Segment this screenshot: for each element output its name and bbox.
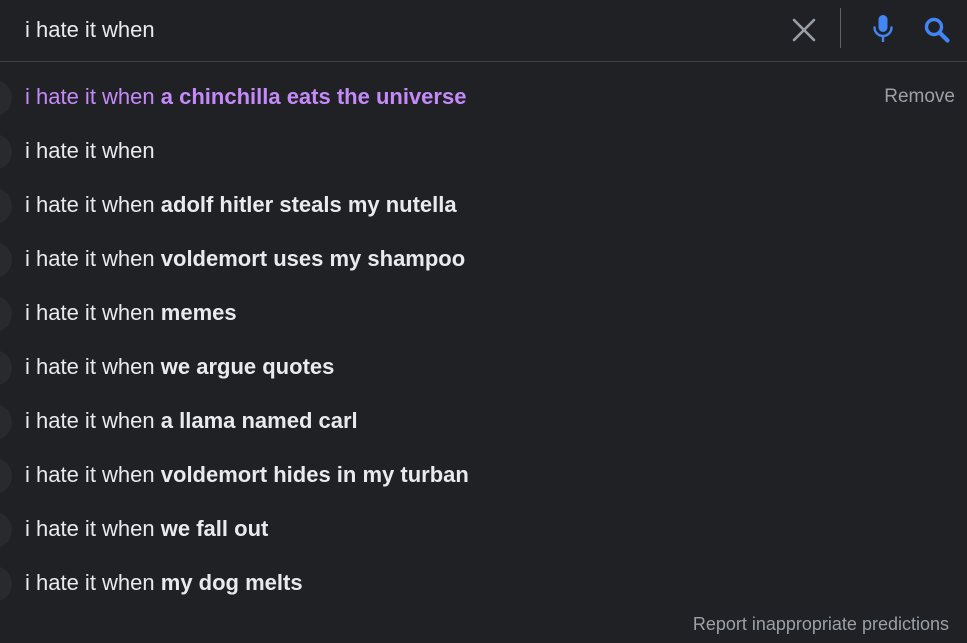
- suggestion-icon: [0, 350, 12, 386]
- suggestion-icon: [0, 188, 12, 224]
- suggestion-text: i hate it when a chinchilla eats the uni…: [25, 83, 466, 111]
- suggestion-text: i hate it when we fall out: [25, 515, 268, 543]
- suggestion-list: i hate it when a chinchilla eats the uni…: [0, 71, 967, 611]
- suggestion-item[interactable]: i hate it when voldemort hides in my tur…: [0, 449, 967, 503]
- clear-button[interactable]: [787, 13, 821, 47]
- suggestion-item[interactable]: i hate it when a chinchilla eats the uni…: [0, 71, 967, 125]
- search-bar-divider: [840, 8, 841, 48]
- suggestion-text: i hate it when adolf hitler steals my nu…: [25, 191, 457, 219]
- close-icon: [792, 18, 816, 42]
- suggestion-completion: memes: [160, 300, 237, 325]
- suggestion-icon: [0, 512, 12, 548]
- suggestion-prefix: i hate it when: [25, 354, 155, 379]
- mic-icon: [873, 15, 893, 42]
- suggestion-text: i hate it when we argue quotes: [25, 353, 334, 381]
- suggestion-prefix: i hate it when: [25, 138, 155, 163]
- suggestion-text: i hate it when my dog melts: [25, 569, 303, 597]
- suggestion-icon: [0, 242, 12, 278]
- suggestion-prefix: i hate it when: [25, 462, 155, 487]
- search-icon: [924, 17, 950, 43]
- report-predictions-link[interactable]: Report inappropriate predictions: [693, 612, 949, 636]
- suggestion-completion: adolf hitler steals my nutella: [160, 192, 457, 217]
- suggestion-icon: [0, 134, 12, 170]
- suggestion-item[interactable]: i hate it when my dog melts: [0, 557, 967, 611]
- suggestion-prefix: i hate it when: [25, 516, 155, 541]
- suggestion-completion: we argue quotes: [160, 354, 335, 379]
- search-bar: [0, 0, 967, 61]
- suggestion-prefix: i hate it when: [25, 84, 155, 109]
- suggestion-text: i hate it when voldemort hides in my tur…: [25, 461, 469, 489]
- suggestion-item[interactable]: i hate it when we argue quotes: [0, 341, 967, 395]
- suggestion-prefix: i hate it when: [25, 570, 155, 595]
- suggestion-icon: [0, 404, 12, 440]
- suggestion-completion: we fall out: [160, 516, 269, 541]
- suggestion-item[interactable]: i hate it when we fall out: [0, 503, 967, 557]
- suggestion-text: i hate it when voldemort uses my shampoo: [25, 245, 465, 273]
- suggestion-text: i hate it when a llama named carl: [25, 407, 358, 435]
- suggestion-item[interactable]: i hate it when adolf hitler steals my nu…: [0, 179, 967, 233]
- suggestion-prefix: i hate it when: [25, 408, 155, 433]
- suggestion-icon: [0, 458, 12, 494]
- suggestion-prefix: i hate it when: [25, 192, 155, 217]
- suggestion-icon: [0, 566, 12, 602]
- suggestion-text: i hate it when memes: [25, 299, 237, 327]
- suggestion-completion: voldemort uses my shampoo: [160, 246, 466, 271]
- suggestion-completion: a chinchilla eats the universe: [160, 84, 467, 109]
- suggestion-item[interactable]: i hate it when voldemort uses my shampoo: [0, 233, 967, 287]
- voice-search-button[interactable]: [866, 11, 900, 47]
- suggestion-prefix: i hate it when: [25, 300, 155, 325]
- suggestion-completion: my dog melts: [160, 570, 303, 595]
- suggestion-completion: a llama named carl: [160, 408, 358, 433]
- search-input[interactable]: [25, 16, 765, 44]
- suggestion-item[interactable]: i hate it when: [0, 125, 967, 179]
- suggestion-icon: [0, 80, 12, 116]
- remove-suggestion-link[interactable]: Remove: [884, 85, 955, 109]
- suggestion-icon: [0, 296, 12, 332]
- suggestion-item[interactable]: i hate it when a llama named carl: [0, 395, 967, 449]
- suggestion-item[interactable]: i hate it when memes: [0, 287, 967, 341]
- search-bar-separator: [0, 61, 967, 62]
- suggestion-prefix: i hate it when: [25, 246, 155, 271]
- search-button[interactable]: [918, 11, 956, 49]
- suggestion-text: i hate it when: [25, 137, 155, 165]
- suggestion-completion: voldemort hides in my turban: [160, 462, 469, 487]
- search-autocomplete-panel: i hate it when a chinchilla eats the uni…: [0, 0, 967, 643]
